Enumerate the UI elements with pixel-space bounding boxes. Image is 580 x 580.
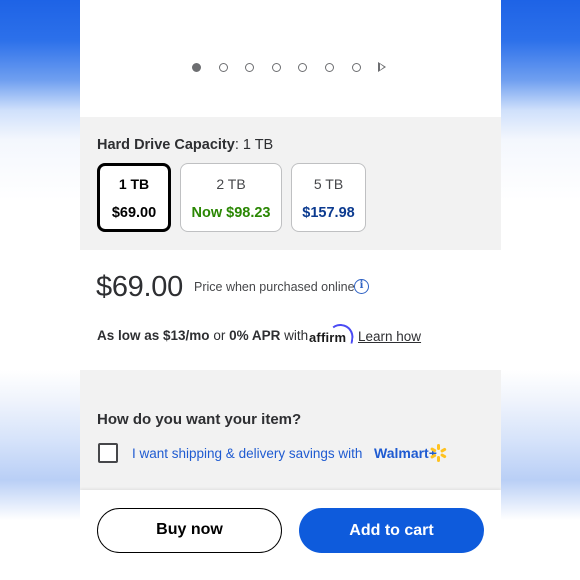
product-page: Hard Drive Capacity: 1 TB 1 TB $69.00 2 …: [80, 0, 501, 580]
fulfillment-section: How do you want your item? I want shippi…: [80, 390, 501, 500]
capacity-heading: Hard Drive Capacity: 1 TB: [97, 137, 273, 153]
product-price: $69.00: [96, 271, 183, 303]
capacity-label: Hard Drive Capacity: [97, 137, 235, 153]
carousel-dot-5[interactable]: [298, 62, 308, 72]
option-price: Now $98.23: [191, 205, 271, 221]
option-price: $157.98: [302, 205, 355, 221]
option-size: 2 TB: [216, 176, 246, 192]
carousel-dot-6[interactable]: [324, 62, 334, 72]
walmart-spark-icon: [430, 444, 447, 462]
play-next-icon[interactable]: [378, 62, 387, 72]
info-icon[interactable]: i: [354, 279, 369, 294]
carousel-dot-7[interactable]: [351, 62, 361, 72]
action-bar: Buy now Add to cart: [80, 490, 501, 580]
section-divider: [80, 370, 501, 390]
financing-monthly: As low as $13/mo: [97, 328, 210, 343]
walmart-plus-label: Walmart+: [374, 445, 437, 461]
carousel-dot-2[interactable]: [218, 62, 228, 72]
affirm-logo: affirm: [309, 322, 356, 346]
affirm-arc-icon: [326, 322, 356, 344]
shipping-savings-checkbox[interactable]: [98, 443, 118, 463]
option-size: 5 TB: [313, 176, 344, 192]
capacity-option-5tb[interactable]: 5 TB $157.98: [291, 163, 366, 232]
carousel-dot-1[interactable]: [192, 62, 201, 72]
capacity-option-2tb[interactable]: 2 TB Now $98.23: [180, 163, 282, 232]
shipping-savings-label[interactable]: I want shipping & delivery savings with: [132, 446, 362, 461]
buy-now-button[interactable]: Buy now: [97, 508, 282, 553]
learn-how-link[interactable]: Learn how: [358, 329, 421, 344]
financing-or: or: [213, 328, 226, 343]
capacity-option-1tb[interactable]: 1 TB $69.00: [97, 163, 171, 232]
price-section: $69.00 Price when purchased online i As …: [80, 250, 501, 370]
financing-text: As low as $13/mo or 0% APR with: [97, 328, 308, 343]
carousel-pagination: [192, 62, 387, 72]
price-note: Price when purchased online: [194, 280, 355, 294]
carousel-dot-3[interactable]: [245, 62, 255, 72]
fulfillment-title: How do you want your item?: [97, 411, 302, 428]
option-size: 1 TB: [118, 176, 150, 192]
financing-with: with: [284, 328, 309, 343]
capacity-selected-value: : 1 TB: [234, 137, 274, 153]
financing-apr: 0% APR: [229, 328, 281, 343]
capacity-selector: Hard Drive Capacity: 1 TB 1 TB $69.00 2 …: [80, 117, 501, 250]
option-price: $69.00: [111, 205, 157, 221]
image-carousel: [80, 0, 501, 117]
add-to-cart-button[interactable]: Add to cart: [299, 508, 484, 553]
carousel-dot-4[interactable]: [271, 62, 281, 72]
